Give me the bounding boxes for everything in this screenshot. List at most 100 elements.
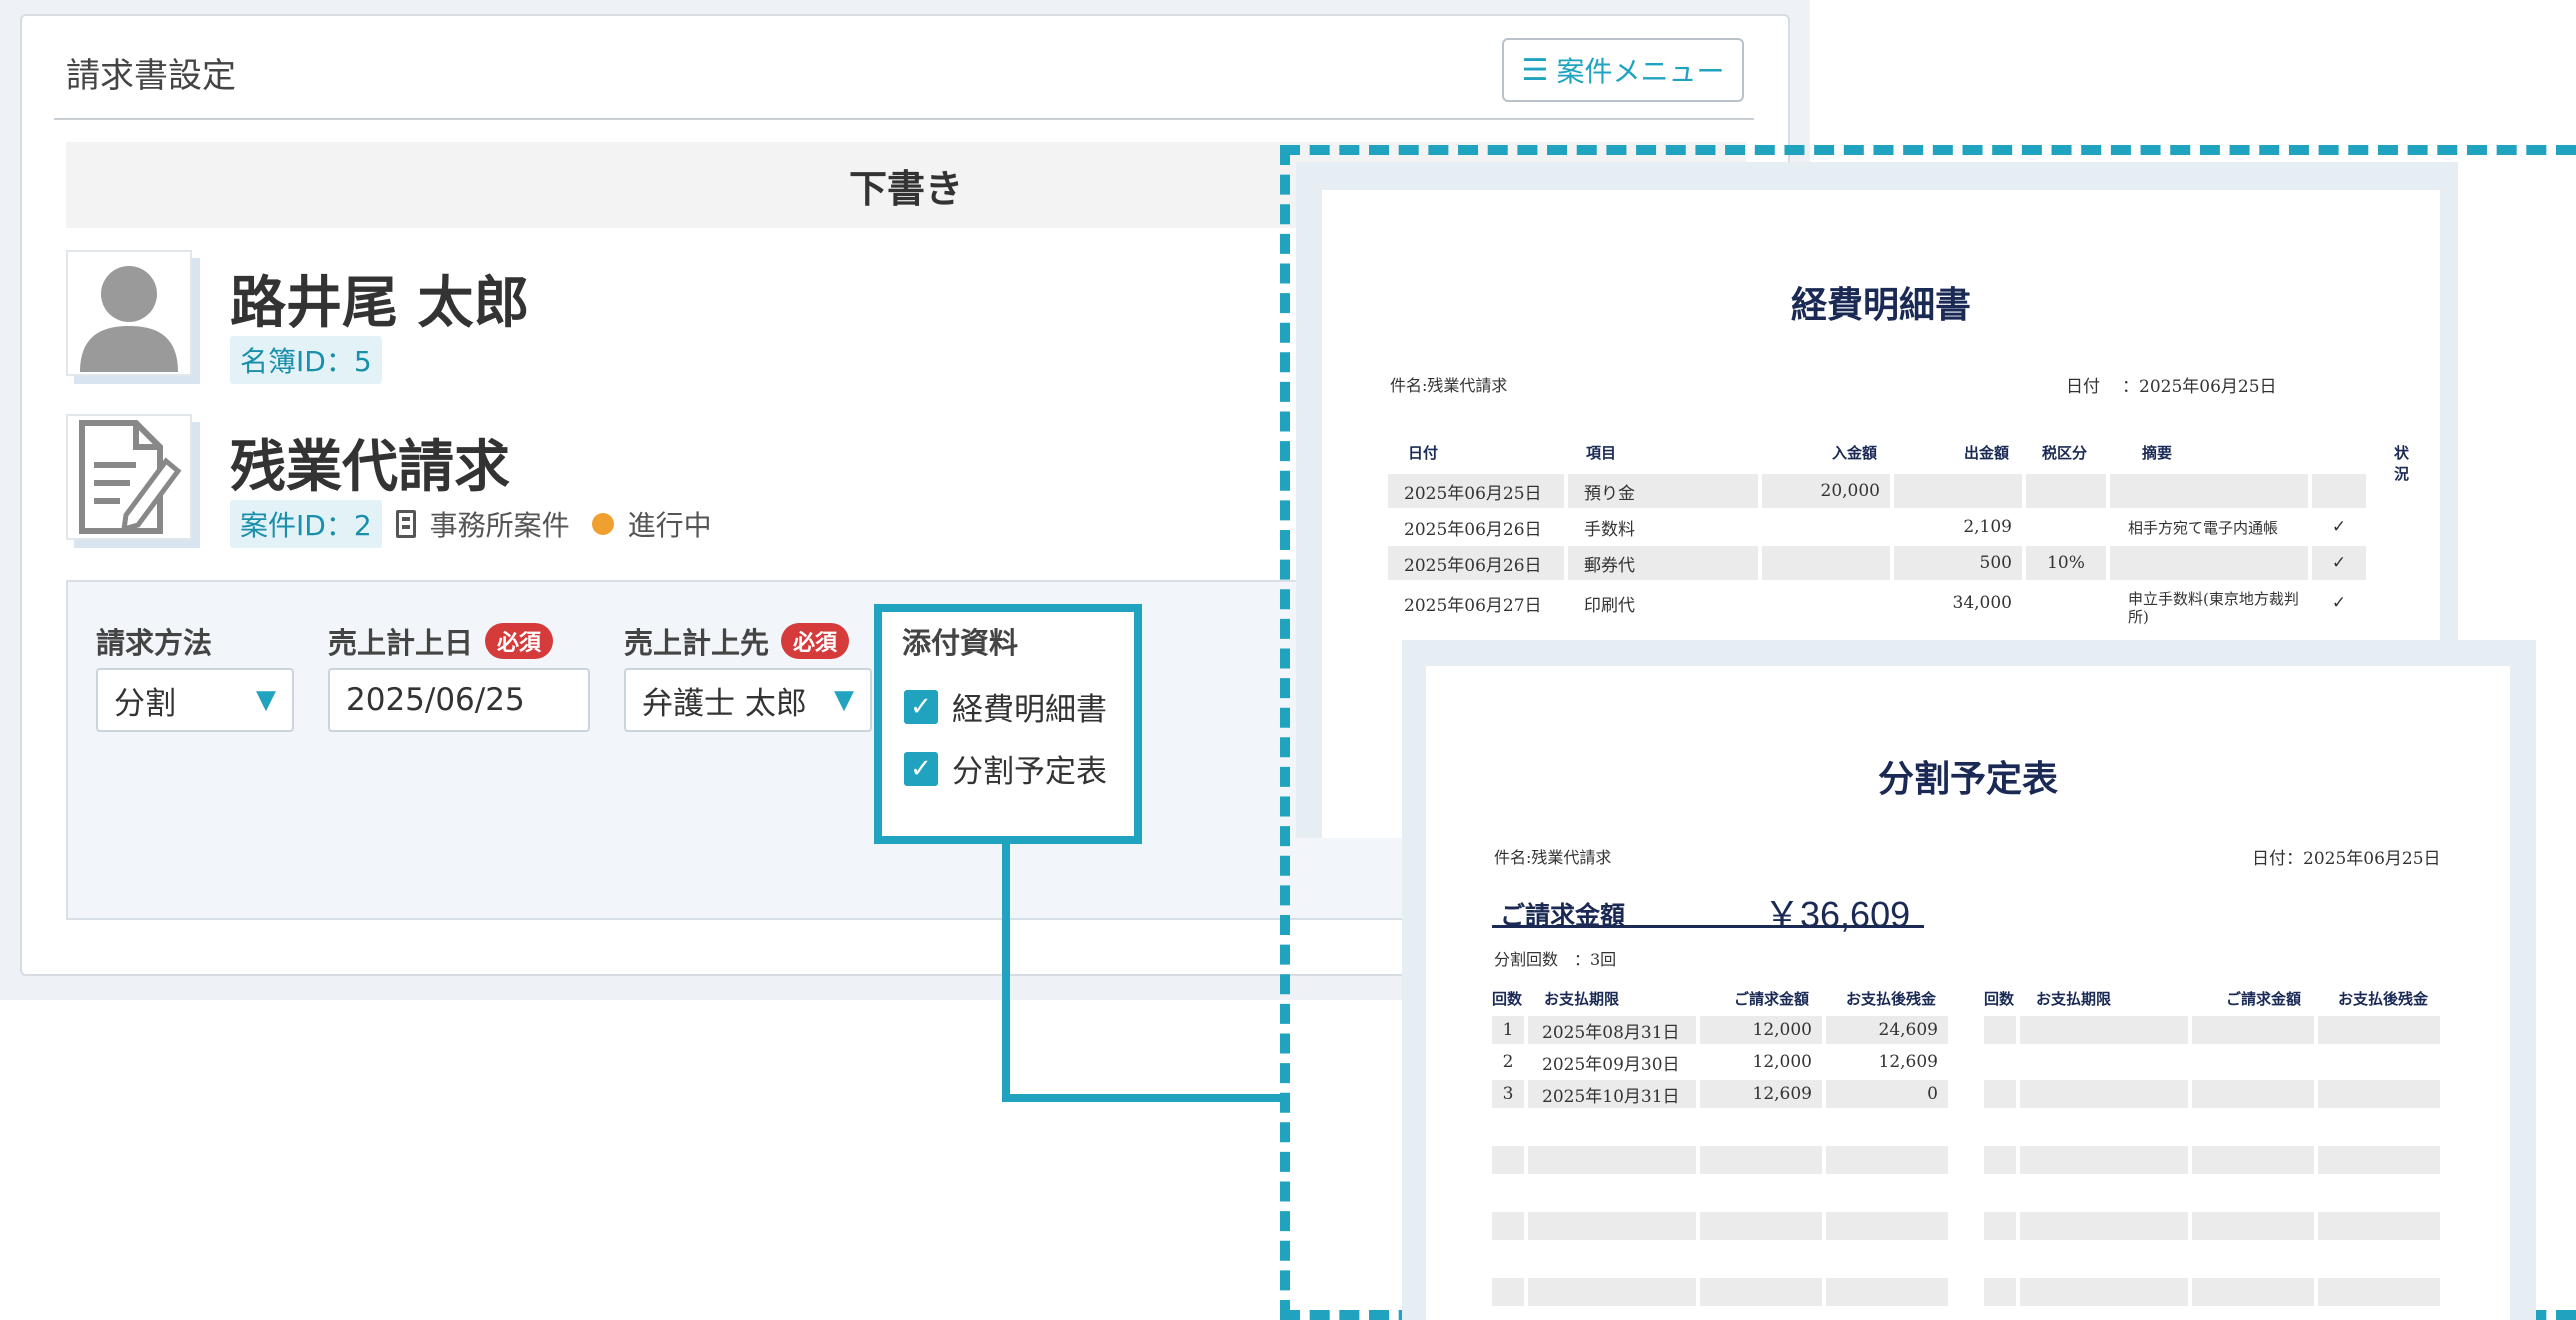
sales-date-input[interactable]: 2025/06/25 [328,668,590,732]
status-dot-icon [591,513,614,535]
cell-item: 手数料 [1584,519,1635,540]
table-row: 1 2025年08月31日 12,000 24,609 [1492,1016,1952,1046]
draft-status-label: 下書き [848,166,963,211]
cell-item: 郵券代 [1568,546,1758,580]
cell-status: ✓ [2312,546,2366,580]
dropdown-caret-icon: ▼ [834,685,854,715]
col-header: 項目 [1586,444,1617,462]
billing-method-label: 請求方法 [96,626,213,660]
table-row: 2025年06月26日 郵券代 500 10% ✓ [1388,546,2388,580]
expense-doc-date-label: 日付 [2066,377,2100,397]
case-title: 残業代請求 [230,435,510,500]
col-header: 日付 [1408,444,1439,462]
cell-date: 2025年06月26日 [1388,546,1564,580]
col-header: お支払期限 [2036,990,2112,1008]
expense-doc-date: ：2025年06月25日 [2122,377,2277,397]
cell-tax: 10% [2026,546,2106,580]
cell-note: 申立手数料(東京地方裁判所) [2128,590,2299,626]
attachment-checkbox-schedule[interactable]: ✓ 分割予定表 [904,746,1107,791]
cell-status: ✓ [2331,517,2347,537]
attachment-label: 分割予定表 [952,754,1107,790]
case-meta: 案件ID：2 事務所案件 進行中 [230,500,712,548]
case-menu-button[interactable]: ☰ 案件メニュー [1502,38,1744,102]
cell-due: 2025年10月31日 [1528,1080,1696,1108]
cell-out: 34,000 [1952,593,2012,613]
cell-in [1762,546,1890,580]
table-row: 2 2025年09月30日 12,000 12,609 [1492,1048,1952,1078]
amount-block: ご請求金額 ￥36,609 [1492,876,1924,935]
expense-doc-subject: 件名:残業代請求 [1390,376,1508,395]
cell-remain: 0 [1826,1080,1948,1108]
case-document-icon-box [66,414,192,540]
avatar [66,250,192,376]
table-row: 2025年06月27日 印刷代 34,000 申立手数料(東京地方裁判所) ✓ [1388,586,2388,630]
col-header: 摘要 [2142,444,2173,462]
connector-line-horizontal [1002,1094,1284,1102]
col-header: 回数 [1492,990,1523,1008]
col-header: 出金額 [1964,444,2010,462]
sales-dest-label-row: 売上計上先 必須 [624,620,850,662]
empty-row [1984,1080,2444,1108]
expense-doc-title: 経費明細書 [1790,284,1971,326]
connector-line-vertical [1002,840,1010,1102]
cell-date: 2025年06月27日 [1404,595,1542,616]
sales-date-value: 2025/06/25 [346,682,525,718]
table-row: 2025年06月26日 手数料 2,109 相手方宛て電子内通帳 ✓ [1388,510,2388,544]
schedule-table-header-right: 回数 お支払期限 ご請求金額 お支払後残金 [1984,988,2464,1010]
sales-dest-select[interactable]: 弁護士 太郎 ▼ [624,668,872,732]
schedule-doc-title: 分割予定表 [1877,758,2058,800]
case-type-label: 事務所案件 [429,509,570,542]
expense-table-header: 日付 項目 入金額 出金額 税区分 摘要 状況 [1388,442,2409,483]
cell-amount: 12,000 [1752,1052,1812,1072]
checkbox-checked-icon[interactable]: ✓ [904,751,938,786]
page-title: 請求書設定 [66,56,236,96]
client-id-tag: 名簿ID：5 [230,336,382,384]
cell-amount: 12,000 [1700,1016,1822,1044]
cell-remain: 24,609 [1826,1016,1948,1044]
cell-status [2312,474,2366,508]
amount-label: ご請求金額 [1500,901,1626,930]
cell-no: 3 [1492,1080,1524,1108]
cell-note [2110,546,2308,580]
empty-row [1492,1212,1952,1240]
cell-date: 2025年06月26日 [1404,519,1542,540]
empty-row [1984,1146,2444,1174]
attachment-checkbox-expense[interactable]: ✓ 経費明細書 [904,684,1107,729]
cell-tax [2026,474,2106,508]
checkbox-checked-icon[interactable]: ✓ [904,689,938,724]
installment-schedule-doc: 分割予定表 件名:残業代請求 日付：2025年06月25日 ご請求金額 ￥36,… [1426,666,2510,1320]
empty-row [1492,1278,1952,1306]
person-icon [80,266,178,372]
case-id-tag: 案件ID：2 [230,500,382,548]
cell-out [1894,474,2022,508]
empty-row [1984,1278,2444,1306]
building-icon [395,510,416,538]
cell-due: 2025年08月31日 [1528,1016,1696,1044]
col-header: ご請求金額 [2226,990,2302,1008]
required-badge: 必須 [485,623,554,659]
cell-remain: 12,609 [1878,1052,1938,1072]
sales-date-label-row: 売上計上日 必須 [328,620,554,662]
col-header: お支払後残金 [1846,990,1937,1008]
sales-dest-value: 弁護士 太郎 [642,685,807,722]
cell-note [2110,474,2308,508]
cell-status: ✓ [2331,593,2347,613]
cell-no: 2 [1502,1052,1514,1072]
installment-count: 分割回数 ：3回 [1494,950,1617,969]
cell-out: 500 [1894,546,2022,580]
billing-method-select[interactable]: 分割 ▼ [96,668,294,732]
case-status-label: 進行中 [627,509,712,542]
col-header: お支払期限 [1544,990,1620,1008]
cell-out: 2,109 [1963,517,2012,537]
required-badge: 必須 [781,623,850,659]
attachment-label: 経費明細書 [952,692,1107,728]
col-header: 入金額 [1832,444,1878,462]
cell-item: 預り金 [1568,474,1758,508]
sales-dest-label: 売上計上先 [624,626,770,660]
document-pen-icon [79,420,182,534]
empty-row [1984,1212,2444,1240]
cell-no: 1 [1492,1016,1524,1044]
cell-date: 2025年06月25日 [1388,474,1564,508]
empty-row [1984,1016,2444,1044]
schedule-doc-date: 日付：2025年06月25日 [2252,849,2441,869]
